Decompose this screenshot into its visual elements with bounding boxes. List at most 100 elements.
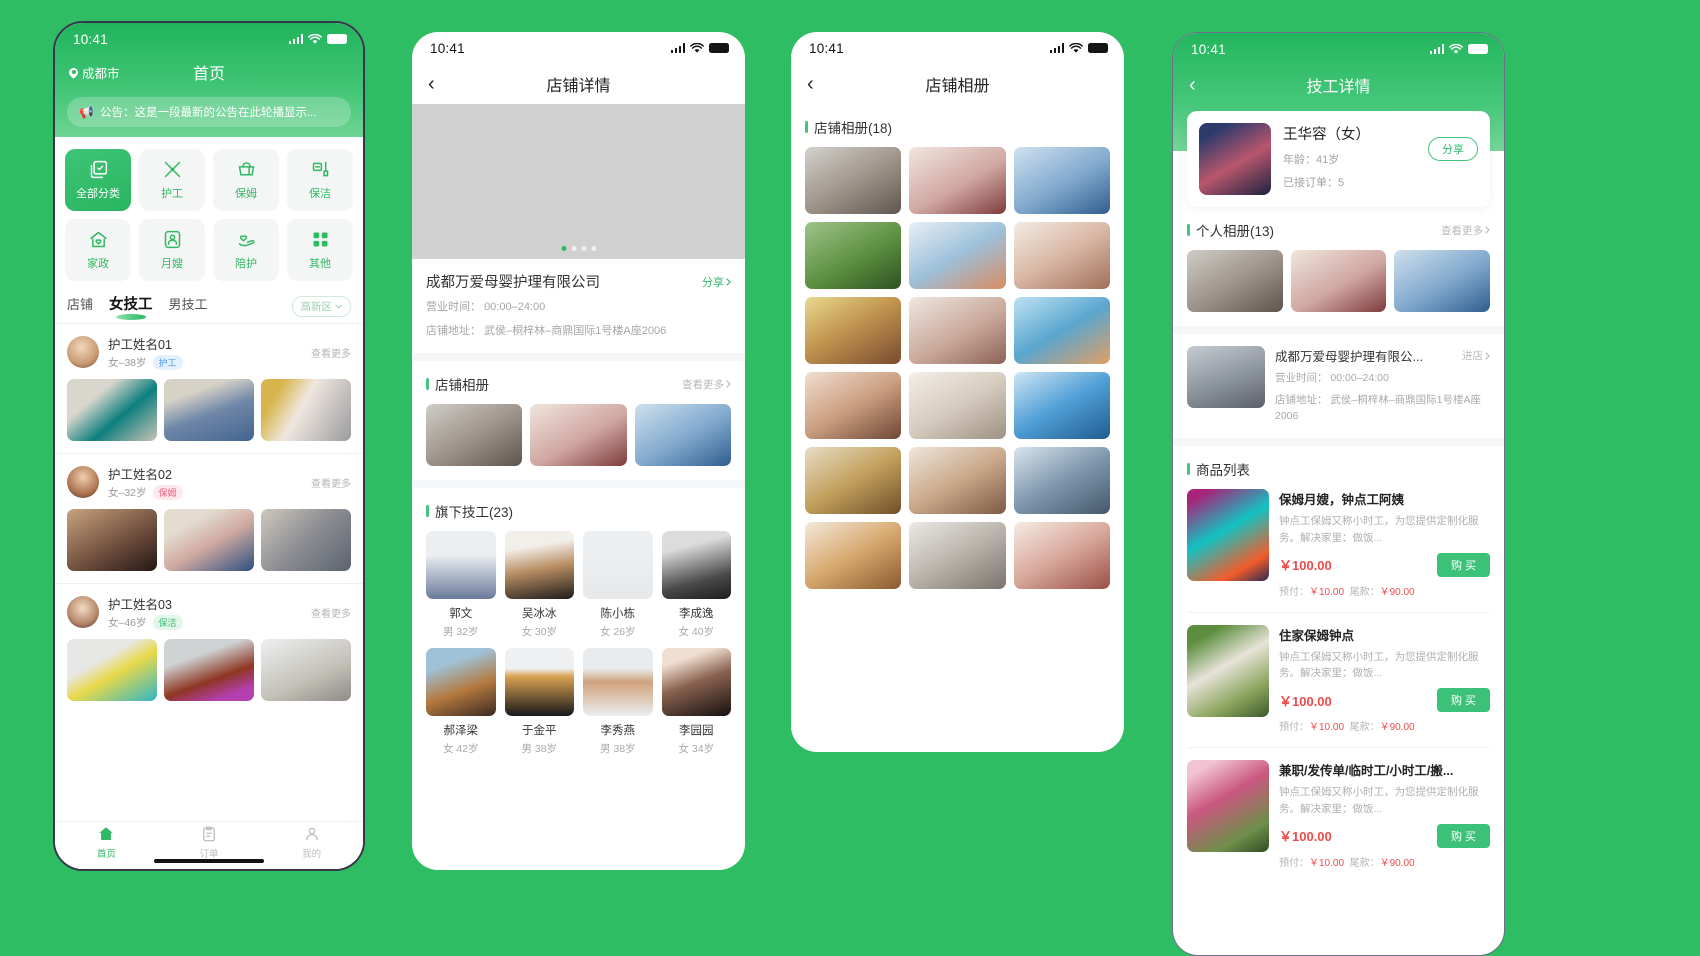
worker-photo[interactable] [164, 639, 254, 701]
buy-button[interactable]: 购 买 [1436, 823, 1490, 848]
album-photo[interactable] [530, 404, 627, 466]
battery-icon [327, 34, 347, 44]
worker-photo[interactable] [261, 509, 351, 571]
tabbar-item-orders[interactable]: 订单 [199, 825, 218, 860]
album-photo[interactable] [1013, 297, 1110, 364]
technician-photo[interactable] [1199, 123, 1271, 195]
worker-photo[interactable] [67, 639, 157, 701]
technician-card[interactable]: 郝泽梁 女 42岁 [426, 648, 496, 756]
product-list-item[interactable]: 保姆月嫂，钟点工阿姨 钟点工保姆又称小时工，为您提供定制化服务。解决家里：做饭.… [1173, 489, 1504, 612]
album-photo[interactable] [805, 222, 902, 289]
buy-button[interactable]: 购 买 [1436, 552, 1490, 577]
album-photo[interactable] [1013, 372, 1110, 439]
tabbar-item-profile[interactable]: 我的 [302, 825, 321, 860]
product-image [1187, 489, 1269, 582]
album-photo[interactable] [805, 372, 902, 439]
album-photo[interactable] [909, 297, 1006, 364]
worker-photo-strip [67, 379, 351, 441]
worker-photo[interactable] [67, 509, 157, 571]
carousel-dot[interactable] [581, 246, 586, 251]
tab-female-workers[interactable]: 女技工 [109, 293, 153, 319]
shop-hours-value: 00:00–24:00 [1330, 372, 1389, 384]
technician-card[interactable]: 李成逸 女 40岁 [661, 531, 731, 639]
category-other[interactable]: 其他 [287, 219, 353, 281]
worker-photo[interactable] [67, 379, 157, 441]
tab-shops[interactable]: 店铺 [67, 294, 93, 318]
category-cleaning[interactable]: 保洁 [287, 149, 353, 211]
category-all[interactable]: 全部分类 [65, 149, 131, 211]
carousel-dot[interactable] [561, 246, 566, 251]
album-photo[interactable] [909, 447, 1006, 514]
worker-meta: 护工姓名03 女–46岁 保洁 [108, 594, 302, 630]
album-photo[interactable] [909, 147, 1006, 214]
view-more-link[interactable]: 查看更多 [311, 345, 351, 360]
album-photo[interactable] [1013, 447, 1110, 514]
category-companion[interactable]: 陪护 [213, 219, 279, 281]
carousel-dot[interactable] [591, 246, 596, 251]
album-photo[interactable] [1394, 250, 1491, 312]
product-description: 钟点工保姆又称小时工，为您提供定制化服务。解决家里：做饭... [1279, 515, 1479, 544]
share-button[interactable]: 分享 [702, 274, 731, 290]
worker-photo[interactable] [261, 639, 351, 701]
technician-card[interactable]: 吴冰冰 女 30岁 [504, 531, 574, 639]
technician-card[interactable]: 李园园 女 34岁 [661, 648, 731, 756]
worker-photo[interactable] [261, 379, 351, 441]
category-housekeeping[interactable]: 家政 [65, 219, 131, 281]
technician-card[interactable]: 于金平 男 38岁 [504, 648, 574, 756]
status-time: 10:41 [430, 40, 465, 56]
worker-list-item[interactable]: 护工姓名01 女–38岁 护工 查看更多 [55, 323, 363, 453]
enter-shop-link[interactable]: 进店 [1462, 348, 1490, 363]
album-photo[interactable] [805, 447, 902, 514]
view-more-link[interactable]: 查看更多 [311, 605, 351, 620]
buy-button[interactable]: 购 买 [1436, 688, 1490, 713]
technician-card[interactable]: 李秀燕 男 38岁 [583, 648, 653, 756]
prepay-value: ￥10.00 [1309, 586, 1345, 598]
album-photo[interactable] [1013, 147, 1110, 214]
district-filter[interactable]: 高新区 [291, 295, 351, 317]
worker-list-item[interactable]: 护工姓名03 女–46岁 保洁 查看更多 [55, 583, 363, 713]
tabbar-item-home[interactable]: 首页 [97, 825, 116, 860]
back-button[interactable]: ‹ [428, 74, 435, 94]
worker-photo[interactable] [164, 379, 254, 441]
view-more-link[interactable]: 查看更多 [1441, 223, 1490, 238]
album-photo[interactable] [634, 404, 731, 466]
back-button[interactable]: ‹ [1189, 75, 1196, 95]
album-photo[interactable] [805, 147, 902, 214]
carousel-dot[interactable] [571, 246, 576, 251]
category-housemaid[interactable]: 保姆 [213, 149, 279, 211]
view-more-link[interactable]: 查看更多 [682, 377, 731, 392]
album-photo[interactable] [426, 404, 523, 466]
album-photo[interactable] [1290, 250, 1387, 312]
user-icon [305, 827, 318, 841]
worker-photo[interactable] [164, 509, 254, 571]
category-maternity-matron[interactable]: 月嫂 [139, 219, 205, 281]
album-photo[interactable] [909, 372, 1006, 439]
tab-male-workers[interactable]: 男技工 [169, 294, 208, 318]
share-button[interactable]: 分享 [1428, 137, 1478, 161]
section-accent-bar [426, 505, 429, 517]
worker-list-item[interactable]: 护工姓名02 女–32岁 保姆 查看更多 [55, 453, 363, 583]
back-button[interactable]: ‹ [807, 74, 814, 94]
product-list-item[interactable]: 住家保姆钟点 钟点工保姆又称小时工，为您提供定制化服务。解决家里：做饭... ￥… [1173, 624, 1504, 748]
technician-card[interactable]: 郭文 男 32岁 [426, 531, 496, 639]
album-photo[interactable] [1013, 222, 1110, 289]
city-selector[interactable]: 成都市 [69, 63, 120, 82]
album-photo[interactable] [909, 222, 1006, 289]
grid-icon [313, 232, 327, 247]
product-list-item[interactable]: 兼职/发传单/临时工/小时工/搬... 钟点工保姆又称小时工，为您提供定制化服务… [1173, 760, 1504, 883]
album-photo[interactable] [909, 522, 1006, 589]
shop-banner-carousel[interactable] [412, 104, 745, 259]
album-photo[interactable] [1013, 522, 1110, 589]
shop-address-value: 武侯–桐梓林–商鼎国际1号楼A座2006 [484, 324, 667, 337]
technician-photo [426, 531, 496, 599]
announcement-banner[interactable]: 📢 公告：这是一段最新的公告在此轮播显示... [67, 97, 351, 127]
category-nursing[interactable]: 护工 [139, 149, 205, 211]
technician-card[interactable]: 陈小栋 女 26岁 [583, 531, 653, 639]
shop-summary-row[interactable]: 成都万爱母婴护理有限公... 进店 营业时间： 00:00–24:00 店铺地址… [1173, 346, 1504, 438]
album-photo[interactable] [805, 297, 902, 364]
album-photo[interactable] [805, 522, 902, 589]
home-body: 全部分类 护工 保姆 保洁 家政 月嫂 陪护 其他 店铺 女技工 男技工 高新区… [55, 137, 363, 869]
view-more-link[interactable]: 查看更多 [311, 475, 351, 490]
album-photo[interactable] [1187, 250, 1283, 312]
